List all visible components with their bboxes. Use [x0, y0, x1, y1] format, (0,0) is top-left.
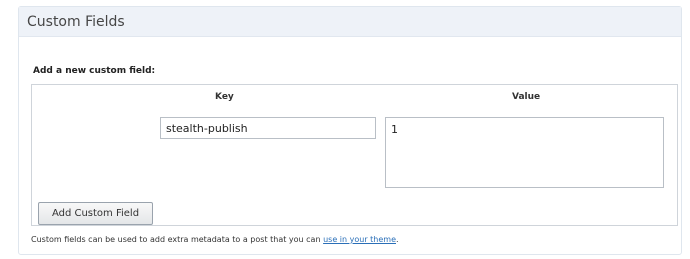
help-text-suffix: .: [396, 235, 399, 244]
value-textarea[interactable]: 1: [385, 117, 664, 188]
use-in-theme-link[interactable]: use in your theme: [323, 235, 396, 244]
key-input[interactable]: [160, 117, 376, 139]
custom-fields-panel: Custom Fields Add a new custom field: Ke…: [18, 6, 682, 255]
panel-header[interactable]: Custom Fields: [19, 7, 681, 37]
value-column-header: Value: [512, 92, 541, 102]
key-column-header: Key: [215, 92, 234, 102]
panel-body: Add a new custom field: Key Value 1 Add …: [19, 37, 681, 250]
add-field-heading: Add a new custom field:: [33, 66, 156, 76]
panel-title: Custom Fields: [27, 14, 125, 30]
new-field-form: Key Value 1 Add Custom Field: [31, 84, 678, 226]
help-text-prefix: Custom fields can be used to add extra m…: [31, 235, 324, 244]
help-text: Custom fields can be used to add extra m…: [31, 235, 399, 244]
add-custom-field-button[interactable]: Add Custom Field: [38, 202, 153, 225]
